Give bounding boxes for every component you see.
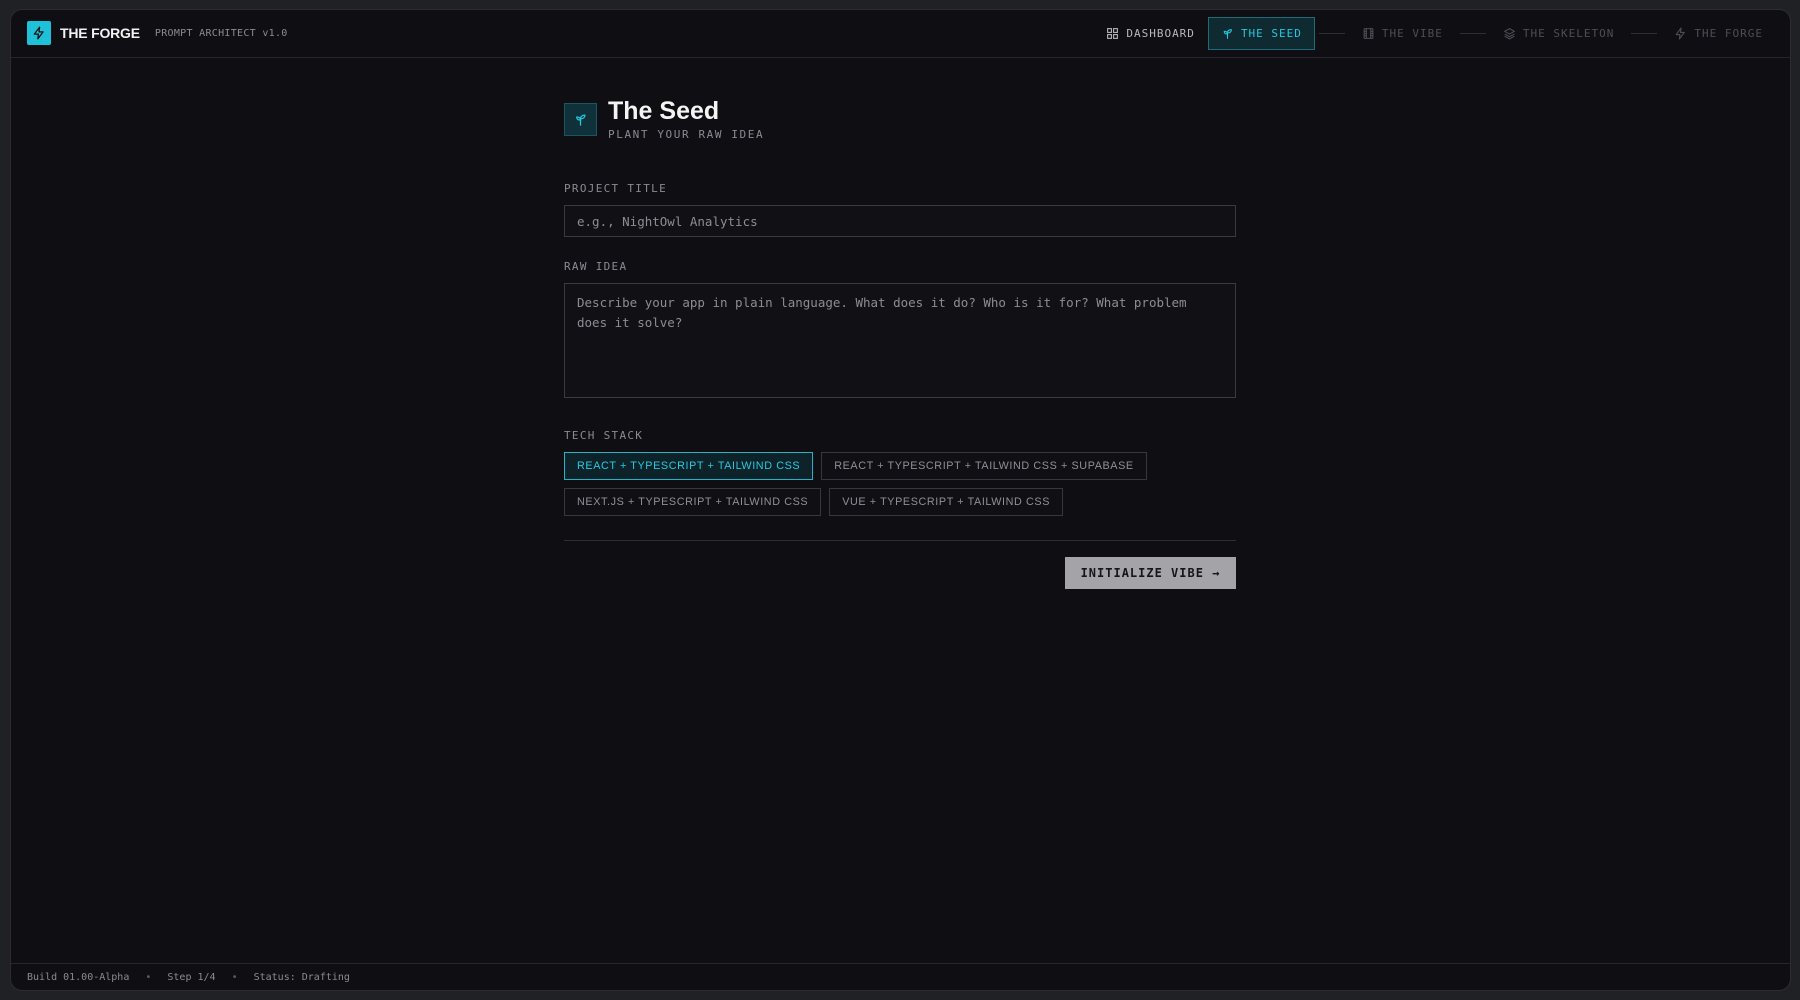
brand-name: THE FORGE [60,25,140,41]
tech-stack-label: TECH STACK [564,429,644,442]
app-window: THE FORGE PROMPT ARCHITECT v1.0 DASHBOAR… [10,9,1791,991]
project-title-label: PROJECT TITLE [564,182,667,195]
project-title-input[interactable] [564,205,1236,237]
raw-idea-textarea[interactable] [564,283,1236,398]
divider [564,540,1236,541]
step-label: THE VIBE [1381,27,1443,40]
layers-icon [1503,28,1515,40]
bolt-icon [1676,27,1686,40]
step-the-seed[interactable]: THE SEED [1207,17,1315,50]
tech-stack-option[interactable]: REACT + TYPESCRIPT + TAILWIND CSS + SUPA… [821,452,1147,480]
dashboard-label: DASHBOARD [1126,27,1195,40]
step-nav: DASHBOARD THE SEED THE VIBE THE SKELETON… [1093,17,1776,50]
step-the-forge[interactable]: THE FORGE [1661,17,1776,50]
brand-subtitle: PROMPT ARCHITECT v1.0 [154,27,288,39]
separator: • [145,971,152,983]
step-connector [1318,33,1345,34]
top-bar: THE FORGE PROMPT ARCHITECT v1.0 DASHBOAR… [11,10,1790,58]
step-label: THE SEED [1240,27,1302,40]
dashboard-icon [1107,28,1119,39]
seed-form: The Seed PLANT YOUR RAW IDEA PROJECT TIT… [564,90,1236,589]
step-connector [1631,33,1658,34]
tech-stack-option[interactable]: VUE + TYPESCRIPT + TAILWIND CSS [829,488,1064,516]
tech-stack-option[interactable]: NEXT.JS + TYPESCRIPT + TAILWIND CSS [564,488,822,516]
step-label: THE SKELETON [1522,27,1615,40]
raw-idea-label: RAW IDEA [564,260,628,273]
step-the-vibe[interactable]: THE VIBE [1349,17,1456,50]
step-connector [1459,33,1486,34]
dashboard-link[interactable]: DASHBOARD [1093,17,1208,50]
status-bar: Build 01.00-Alpha • Step 1/4 • Status: D… [11,963,1790,990]
page-header: The Seed PLANT YOUR RAW IDEA [564,90,1236,141]
brand[interactable]: THE FORGE PROMPT ARCHITECT v1.0 [27,21,288,45]
tech-stack-options: REACT + TYPESCRIPT + TAILWIND CSS REACT … [564,452,1236,516]
sprout-icon [1223,29,1232,39]
step-the-skeleton[interactable]: THE SKELETON [1490,17,1627,50]
sprout-icon [564,103,597,136]
build-version: Build 01.00-Alpha [27,971,130,983]
page-subtitle: PLANT YOUR RAW IDEA [608,128,765,141]
separator: • [231,971,238,983]
step-label: THE FORGE [1694,27,1763,40]
status-text: Status: Drafting [253,971,350,983]
initialize-vibe-button[interactable]: INITIALIZE VIBE → [1065,557,1236,589]
tech-stack-option[interactable]: REACT + TYPESCRIPT + TAILWIND CSS [564,452,814,480]
bolt-icon [27,21,51,45]
step-indicator: Step 1/4 [167,971,216,983]
film-icon [1363,28,1374,39]
page-title: The Seed [608,97,720,125]
